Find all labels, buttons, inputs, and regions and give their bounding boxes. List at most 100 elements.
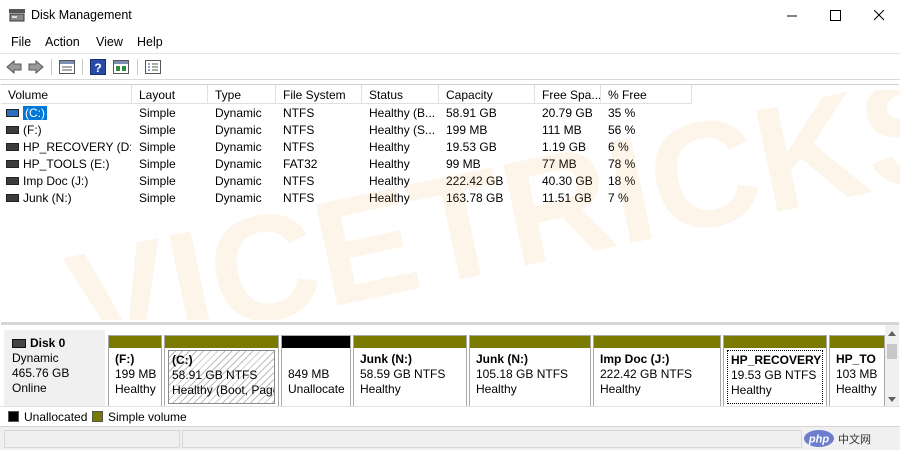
table-row[interactable]: HP_TOOLS (E:) Simple Dynamic FAT32 Healthy 99… (1, 156, 899, 173)
disk-pane-scrollbar[interactable] (885, 325, 899, 409)
volume-name: Junk (N:) (23, 191, 72, 205)
legend-simple-swatch (92, 411, 103, 422)
table-cell: Healthy (369, 157, 441, 171)
cell-value: Healthy (369, 157, 410, 171)
forward-button[interactable] (27, 58, 45, 76)
menu-action[interactable]: Action (45, 35, 80, 49)
column-type[interactable]: Type (208, 85, 276, 104)
scroll-up-icon[interactable] (888, 330, 896, 336)
title-bar: Disk Management (0, 0, 900, 31)
partition-block[interactable]: Junk (N:) 105.18 GB NTFS Healthy (469, 335, 591, 407)
table-row[interactable]: Imp Doc (J:) Simple Dynamic NTFS Healthy 222.… (1, 173, 899, 190)
menu-help[interactable]: Help (137, 35, 163, 49)
scroll-thumb[interactable] (887, 344, 897, 359)
cell-value: 163.78 GB (446, 191, 504, 205)
cell-value: Simple (139, 140, 176, 154)
partition-block[interactable]: HP_TO 103 MB Healthy (829, 335, 885, 407)
legend: Unallocated Simple volume (0, 406, 900, 426)
table-cell: Dynamic (215, 157, 277, 171)
disk-size: 465.76 GB (12, 366, 70, 380)
partition-name: HP_RECOVERY (D:) (731, 353, 822, 367)
table-row[interactable]: (C:) Simple Dynamic NTFS Healthy (B... 58.91 … (1, 105, 899, 122)
table-cell: 163.78 GB (446, 191, 536, 205)
partition-block[interactable]: HP_RECOVERY (D:)19.53 GB NTFSHealthy (723, 335, 827, 407)
partition-type-bar (470, 336, 590, 348)
table-cell: NTFS (283, 174, 363, 188)
table-cell: 11.51 GB (542, 191, 602, 205)
partition-size: 849 MB (288, 367, 330, 381)
cell-value: Healthy (369, 174, 410, 188)
column-free-space[interactable]: Free Spa... (535, 85, 601, 104)
table-cell: 18 % (608, 174, 688, 188)
table-row[interactable]: (F:) Simple Dynamic NTFS Healthy (S... 199 MB… (1, 122, 899, 139)
table-cell: Simple (139, 174, 209, 188)
table-cell: Simple (139, 191, 209, 205)
cell-value: NTFS (283, 106, 315, 120)
minimize-button[interactable] (769, 0, 815, 31)
toolbar: ? (0, 53, 900, 80)
status-segment (4, 430, 180, 448)
partition-size: 103 MB (836, 367, 878, 381)
graphical-view-button[interactable] (112, 58, 130, 76)
properties-button[interactable] (144, 58, 162, 76)
back-arrow-icon (6, 60, 22, 74)
back-button[interactable] (5, 58, 23, 76)
cell-value: Dynamic (215, 140, 262, 154)
menu-view[interactable]: View (96, 35, 123, 49)
partition-block[interactable]: Imp Doc (J:) 222.42 GB NTFS Healthy (593, 335, 721, 407)
legend-unallocated-swatch (8, 411, 19, 422)
cell-value: Dynamic (215, 106, 262, 120)
menu-file[interactable]: File (11, 35, 31, 49)
close-icon (873, 10, 884, 21)
table-cell: 7 % (608, 191, 688, 205)
partition-size: 105.18 GB NTFS (476, 367, 569, 381)
volume-list-header: Volume Layout Type File System Status Ca… (1, 85, 899, 104)
maximize-button[interactable] (812, 0, 858, 31)
table-cell: FAT32 (283, 157, 363, 171)
legend-simple-label: Simple volume (108, 410, 187, 424)
cell-value: 111 MB (542, 123, 582, 137)
cell-value: 222.42 GB (446, 174, 504, 188)
partition-details: HP_TO 103 MB Healthy (833, 350, 881, 404)
close-button[interactable] (856, 0, 900, 31)
volume-list: Volume Layout Type File System Status Ca… (1, 84, 899, 321)
disk-graphical-pane: Disk 0 Dynamic 465.76 GB Online (F:) 199 … (1, 322, 899, 409)
table-cell: Dynamic (215, 106, 277, 120)
partition-status: Healthy (731, 383, 772, 397)
volume-name: HP_TOOLS (E:) (23, 157, 110, 171)
table-cell: 6 % (608, 140, 688, 154)
volume-list-icon (59, 60, 75, 74)
table-cell: Simple (139, 140, 209, 154)
column-volume[interactable]: Volume (1, 85, 132, 104)
column-status[interactable]: Status (362, 85, 439, 104)
partition-status: Healthy (836, 382, 877, 396)
volume-name: (F:) (23, 123, 42, 137)
table-row[interactable]: HP_RECOVERY (D:) Simple Dynamic NTFS Healthy… (1, 139, 899, 156)
cell-value: NTFS (283, 191, 315, 205)
table-cell: Dynamic (215, 174, 277, 188)
column-percent-free[interactable]: % Free (601, 85, 692, 104)
table-cell: Healthy (369, 174, 441, 188)
table-row[interactable]: Junk (N:) Simple Dynamic NTFS Healthy 163.78 … (1, 190, 899, 207)
column-capacity[interactable]: Capacity (439, 85, 535, 104)
partition-block[interactable]: (F:) 199 MB Healthy (108, 335, 162, 407)
scroll-down-icon[interactable] (888, 397, 896, 403)
column-file-system[interactable]: File System (276, 85, 362, 104)
help-button[interactable]: ? (89, 58, 107, 76)
cell-value: 20.79 GB (542, 106, 593, 120)
partition-type-bar (830, 336, 884, 348)
partition-type-bar (354, 336, 466, 348)
volume-list-button[interactable] (58, 58, 76, 76)
partition-type-bar (594, 336, 720, 348)
table-cell: 58.91 GB (446, 106, 536, 120)
partition-block[interactable]: 849 MB Unallocate (281, 335, 351, 407)
partition-block[interactable]: (C:) 58.91 GB NTFS Healthy (Boot, Page (164, 335, 279, 407)
partition-details: Junk (N:) 58.59 GB NTFS Healthy (357, 350, 463, 404)
window-title: Disk Management (31, 8, 132, 22)
partition-block[interactable]: Junk (N:) 58.59 GB NTFS Healthy (353, 335, 467, 407)
table-cell: HP_TOOLS (E:) (23, 157, 131, 171)
column-layout[interactable]: Layout (132, 85, 208, 104)
cell-value: Healthy (369, 191, 410, 205)
disk-0-label[interactable]: Disk 0 Dynamic 465.76 GB Online (4, 330, 105, 408)
table-cell: 35 % (608, 106, 688, 120)
